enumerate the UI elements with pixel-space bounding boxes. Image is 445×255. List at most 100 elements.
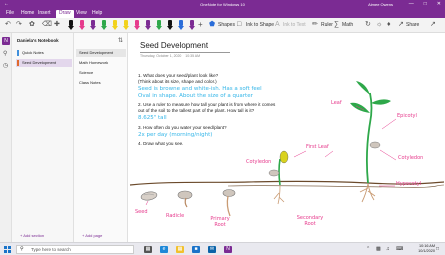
user-name[interactable]: Aimee Owens: [368, 2, 393, 7]
page-title[interactable]: Seed Development: [140, 41, 208, 50]
system-clock[interactable]: 10:16 AM 10/1/2020: [418, 244, 435, 254]
onenote-app-icon[interactable]: N: [224, 246, 232, 253]
window-controls: — □ ✕: [409, 1, 441, 7]
math-icon[interactable]: ∑: [334, 21, 339, 29]
redo-icon[interactable]: ↷: [16, 21, 22, 29]
label-leaf[interactable]: Leaf: [331, 100, 342, 106]
question-text[interactable]: 3. How often do you water your seed/plan…: [138, 125, 227, 131]
section-item[interactable]: Seed Development: [16, 59, 72, 67]
tab-file[interactable]: File: [6, 11, 14, 16]
lightbulb-icon[interactable]: ☼: [376, 21, 382, 29]
label-cotyledon[interactable]: Cotyledon: [398, 155, 423, 161]
tab-home[interactable]: Home: [21, 11, 34, 16]
annotation-arrow: [293, 150, 307, 158]
plant-stem: [365, 92, 373, 184]
label-epicotyl[interactable]: Epicotyl: [397, 113, 417, 119]
close-button[interactable]: ✕: [437, 1, 441, 7]
pen-tool-8[interactable]: [145, 20, 151, 31]
volume-icon[interactable]: ♫: [386, 246, 390, 253]
expand-icon[interactable]: ↗: [430, 21, 436, 29]
pen-tool-10[interactable]: [167, 20, 173, 31]
handwritten-answer[interactable]: 2x per day (morning/night): [138, 132, 212, 139]
handwritten-answer[interactable]: 8.625" tall: [138, 115, 167, 122]
pen-tool-11[interactable]: [178, 20, 184, 31]
pen-tip: [112, 26, 118, 30]
label-radicle[interactable]: Radicle: [166, 213, 184, 219]
windows-start-icon[interactable]: [4, 246, 11, 253]
undo-icon[interactable]: ↶: [5, 21, 11, 29]
sort-icon[interactable]: ⇅: [118, 37, 123, 44]
share-icon[interactable]: ↗: [398, 21, 404, 29]
tab-insert[interactable]: Insert: [38, 11, 51, 16]
tray-chevron-icon[interactable]: ⌃: [366, 246, 370, 253]
ink-to-text-icon[interactable]: A: [275, 21, 280, 29]
tab-help[interactable]: Help: [92, 11, 102, 16]
bell-icon[interactable]: ♦: [387, 21, 391, 29]
add-page-button[interactable]: + Add page: [82, 233, 102, 238]
store-icon[interactable]: ■: [192, 246, 200, 253]
pen-tool-12[interactable]: [189, 20, 195, 31]
label-seed[interactable]: Seed: [135, 209, 148, 215]
lasso-select-icon[interactable]: ✿: [29, 21, 35, 29]
sync-icon[interactable]: ↻: [365, 21, 371, 29]
handwritten-answer[interactable]: Oval in shape. About the size of a quart…: [138, 93, 253, 100]
add-space-icon[interactable]: ✚: [54, 21, 60, 29]
ruler-button[interactable]: Ruler: [321, 22, 333, 28]
sections-pane: Daniela's Notebook Quick Notes Seed Deve…: [12, 33, 74, 242]
task-view-icon[interactable]: ▦: [144, 246, 152, 253]
page-item[interactable]: Class Notes: [76, 79, 126, 87]
add-pen-icon[interactable]: +: [198, 21, 203, 29]
mail-icon[interactable]: ✉: [208, 246, 216, 253]
share-button[interactable]: Share: [406, 22, 419, 28]
section-item[interactable]: Quick Notes: [16, 49, 72, 57]
title-bar: ← OneNote for Windows 10 Aimee Owens — □…: [0, 0, 445, 9]
label-hypocotyl[interactable]: Hypocotyl: [396, 181, 421, 187]
ink-to-shape-button[interactable]: Ink to Shape: [246, 22, 274, 28]
pen-tool-1[interactable]: [68, 20, 74, 31]
minimize-button[interactable]: —: [409, 1, 414, 7]
keyboard-icon[interactable]: ⌨: [396, 246, 403, 253]
math-button[interactable]: Math: [342, 22, 353, 28]
page-item[interactable]: Seed Development: [76, 49, 126, 57]
question-text[interactable]: (Think about its size, shape and color.): [138, 79, 217, 85]
pen-tool-3[interactable]: [90, 20, 96, 31]
notebooks-icon[interactable]: N: [2, 37, 10, 45]
handwritten-answer[interactable]: Seed is browne and white-ish. Has a soft…: [138, 86, 262, 93]
tab-draw[interactable]: Draw: [56, 10, 74, 18]
notebook-name[interactable]: Daniela's Notebook: [17, 38, 59, 43]
pen-body: [146, 20, 150, 26]
ruler-icon[interactable]: ✏: [312, 21, 318, 29]
plant-leaf: [356, 81, 370, 95]
question-text[interactable]: 4. Draw what you see.: [138, 141, 183, 147]
label-primary-root[interactable]: Primary Root: [206, 216, 234, 228]
file-explorer-icon[interactable]: ▦: [176, 246, 184, 253]
ink-to-shape-icon[interactable]: □: [237, 21, 241, 29]
pen-tool-5[interactable]: [112, 20, 118, 31]
page-item[interactable]: Science: [76, 69, 126, 77]
pen-tool-4[interactable]: [101, 20, 107, 31]
notifications-icon[interactable]: □: [436, 246, 439, 253]
label-cotyledon[interactable]: Cotyledon: [246, 159, 271, 165]
search-icon[interactable]: ⚲: [3, 51, 7, 57]
recent-icon[interactable]: ◷: [3, 63, 8, 69]
page-item[interactable]: Math Homework: [76, 59, 126, 67]
tab-view[interactable]: View: [76, 11, 87, 16]
pen-tool-9[interactable]: [156, 20, 162, 31]
edge-icon[interactable]: e: [160, 246, 168, 253]
taskbar-search-box[interactable]: ⚲ Type here to search: [16, 245, 134, 254]
ink-to-text-button[interactable]: Ink to Text: [283, 22, 306, 28]
network-icon[interactable]: ▩: [376, 246, 381, 253]
shapes-icon[interactable]: ⬟: [209, 21, 215, 29]
label-first-leaf[interactable]: First Leaf: [306, 144, 329, 150]
eraser-icon[interactable]: ⌫: [42, 21, 52, 29]
add-section-button[interactable]: + Add section: [20, 233, 44, 238]
label-secondary-root[interactable]: Secondary Root: [294, 215, 326, 227]
pen-tool-6[interactable]: [123, 20, 129, 31]
pen-tool-2[interactable]: [79, 20, 85, 31]
pen-tool-7[interactable]: [134, 20, 140, 31]
shapes-button[interactable]: Shapes: [218, 22, 235, 28]
note-canvas[interactable]: Seed Development Thursday, October 1, 20…: [128, 33, 445, 242]
question-text[interactable]: out of the soil to the tallest part of t…: [138, 108, 254, 114]
section-color-bar: [17, 60, 19, 66]
maximize-button[interactable]: □: [424, 1, 427, 7]
